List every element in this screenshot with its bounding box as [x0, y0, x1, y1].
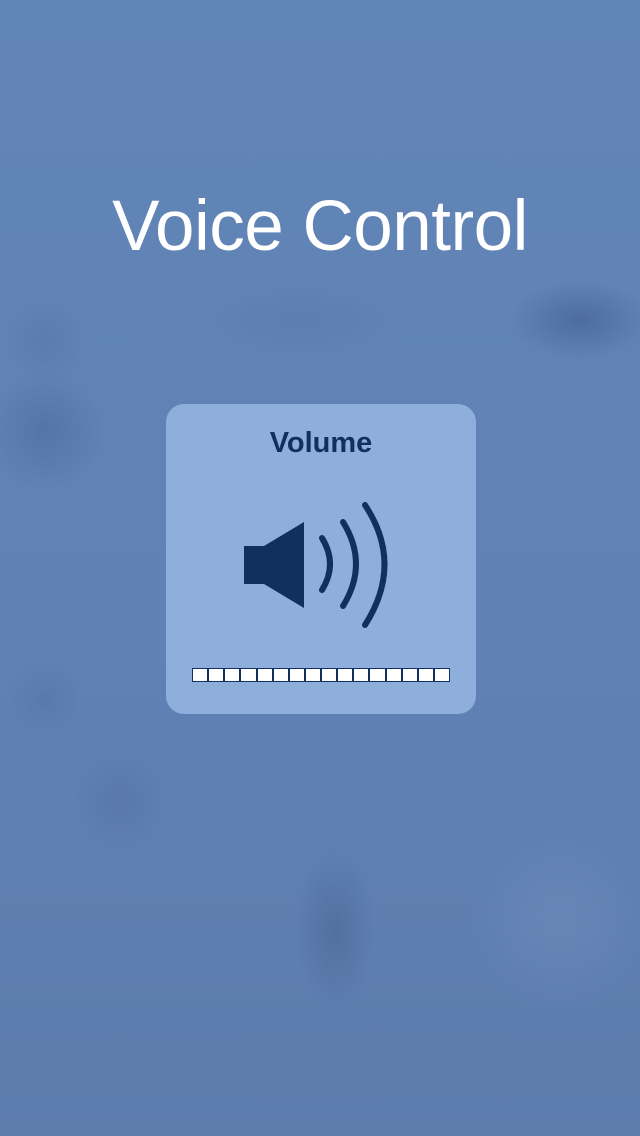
volume-hud: Volume: [166, 404, 476, 714]
volume-level-segment: [289, 669, 304, 681]
volume-level-segment: [434, 669, 449, 681]
volume-level-segment: [225, 669, 240, 681]
volume-level-segment: [354, 669, 369, 681]
volume-level-segment: [209, 669, 224, 681]
volume-level-segment: [322, 669, 337, 681]
volume-level-segment: [386, 669, 401, 681]
volume-level-segment: [418, 669, 433, 681]
page-title: Voice Control: [112, 187, 528, 266]
volume-level-segment: [193, 669, 208, 681]
volume-level-segment: [257, 669, 272, 681]
volume-level-segment: [273, 669, 288, 681]
volume-level-segment: [338, 669, 353, 681]
volume-level-segment: [402, 669, 417, 681]
volume-level-segment: [241, 669, 256, 681]
volume-level-segment: [370, 669, 385, 681]
volume-level-bar: [192, 668, 450, 682]
volume-level-segment: [305, 669, 320, 681]
